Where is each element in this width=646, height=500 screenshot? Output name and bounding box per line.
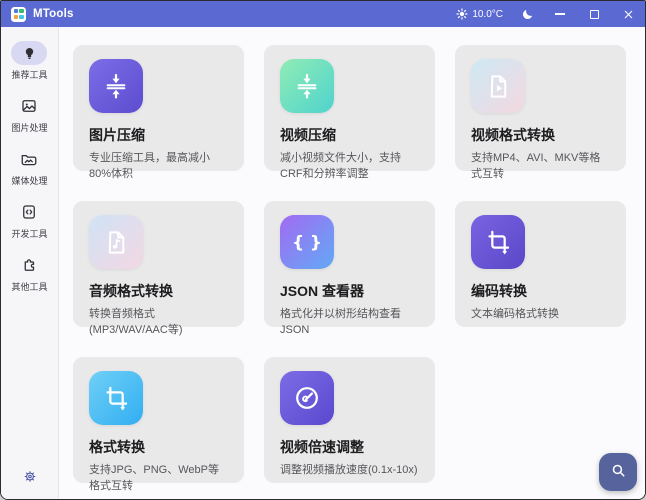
svg-text:{ }: { }: [292, 232, 322, 252]
card-title: 视频格式转换: [471, 125, 610, 145]
card-subtitle: 调整视频播放速度(0.1x-10x): [280, 463, 419, 479]
minimize-icon: [555, 13, 565, 14]
tool-card-json-viewer[interactable]: { } JSON 查看器 格式化并以树形结构查看 JSON: [264, 201, 435, 327]
sidebar-item-label: 媒体处理: [11, 174, 47, 187]
minimize-button[interactable]: [543, 1, 577, 27]
sidebar-item-image[interactable]: 图片处理: [11, 94, 47, 134]
speedometer-icon: [280, 371, 334, 425]
settings-button[interactable]: [22, 469, 37, 489]
image-icon: [11, 94, 47, 118]
search-fab-button[interactable]: [599, 453, 637, 491]
card-title: 图片压缩: [89, 125, 228, 145]
card-subtitle: 支持MP4、AVI、MKV等格式互转: [471, 151, 610, 183]
maximize-button[interactable]: [577, 1, 611, 27]
titlebar-right: 10.0°C: [447, 1, 645, 27]
tool-card-audio-format[interactable]: 音频格式转换 转换音频格式(MP3/WAV/AAC等): [73, 201, 244, 327]
crop-icon: [89, 371, 143, 425]
compress-icon: [280, 59, 334, 113]
crop-icon: [471, 215, 525, 269]
tools-grid: 图片压缩 专业压缩工具，最高减小80%体积 视频压缩 减小视频文件大小，支持CR…: [59, 27, 645, 499]
tool-card-encoding-convert[interactable]: 编码转换 文本编码格式转换: [455, 201, 626, 327]
tool-card-format-convert[interactable]: 格式转换 支持JPG、PNG、WebP等格式互转: [73, 357, 244, 483]
tool-card-video-speed[interactable]: 视频倍速调整 调整视频播放速度(0.1x-10x): [264, 357, 435, 483]
card-title: 视频倍速调整: [280, 437, 419, 457]
sidebar-item-label: 开发工具: [11, 227, 47, 240]
sidebar-item-label: 推荐工具: [11, 68, 47, 81]
app-body: 推荐工具 图片处理 媒体处理 开发工具 其他工具 图片压缩 专业: [1, 27, 645, 499]
card-title: JSON 查看器: [280, 281, 419, 301]
media-folder-icon: [11, 147, 47, 171]
card-subtitle: 转换音频格式(MP3/WAV/AAC等): [89, 307, 228, 339]
app-title: MTools: [33, 8, 74, 20]
weather-widget[interactable]: 10.0°C: [447, 1, 512, 27]
card-title: 格式转换: [89, 437, 228, 457]
audio-file-icon: [89, 215, 143, 269]
close-icon: [623, 9, 634, 20]
card-subtitle: 减小视频文件大小，支持CRF和分辨率调整: [280, 151, 419, 183]
code-icon: [11, 200, 47, 224]
moon-icon: [521, 8, 534, 21]
puzzle-icon: [11, 253, 47, 277]
search-icon: [610, 462, 627, 482]
temperature-value: 10.0°C: [472, 9, 503, 20]
tool-card-image-compress[interactable]: 图片压缩 专业压缩工具，最高减小80%体积: [73, 45, 244, 171]
card-title: 编码转换: [471, 281, 610, 301]
app-logo-icon: [11, 7, 26, 22]
card-title: 视频压缩: [280, 125, 419, 145]
tool-card-video-format[interactable]: 视频格式转换 支持MP4、AVI、MKV等格式互转: [455, 45, 626, 171]
tool-card-video-compress[interactable]: 视频压缩 减小视频文件大小，支持CRF和分辨率调整: [264, 45, 435, 171]
compress-icon: [89, 59, 143, 113]
theme-toggle-button[interactable]: [512, 1, 543, 27]
titlebar: MTools 10.0°C: [1, 1, 645, 27]
card-subtitle: 文本编码格式转换: [471, 307, 610, 323]
sun-icon: [456, 8, 468, 20]
card-title: 音频格式转换: [89, 281, 228, 301]
card-subtitle: 支持JPG、PNG、WebP等格式互转: [89, 463, 228, 495]
video-file-icon: [471, 59, 525, 113]
sidebar-item-label: 图片处理: [11, 121, 47, 134]
close-button[interactable]: [611, 1, 645, 27]
sidebar: 推荐工具 图片处理 媒体处理 开发工具 其他工具: [1, 27, 59, 499]
sidebar-items: 推荐工具 图片处理 媒体处理 开发工具 其他工具: [11, 41, 47, 306]
app-window: MTools 10.0°C: [0, 0, 646, 500]
titlebar-left: MTools: [11, 7, 74, 22]
lightbulb-icon: [11, 41, 47, 65]
sidebar-item-recommended[interactable]: 推荐工具: [11, 41, 47, 81]
gear-icon: [22, 471, 37, 488]
json-braces-icon: { }: [280, 215, 334, 269]
card-subtitle: 专业压缩工具，最高减小80%体积: [89, 151, 228, 183]
sidebar-item-media[interactable]: 媒体处理: [11, 147, 47, 187]
sidebar-item-dev[interactable]: 开发工具: [11, 200, 47, 240]
sidebar-item-label: 其他工具: [11, 280, 47, 293]
maximize-icon: [590, 10, 599, 19]
card-subtitle: 格式化并以树形结构查看 JSON: [280, 307, 419, 339]
sidebar-item-other[interactable]: 其他工具: [11, 253, 47, 293]
